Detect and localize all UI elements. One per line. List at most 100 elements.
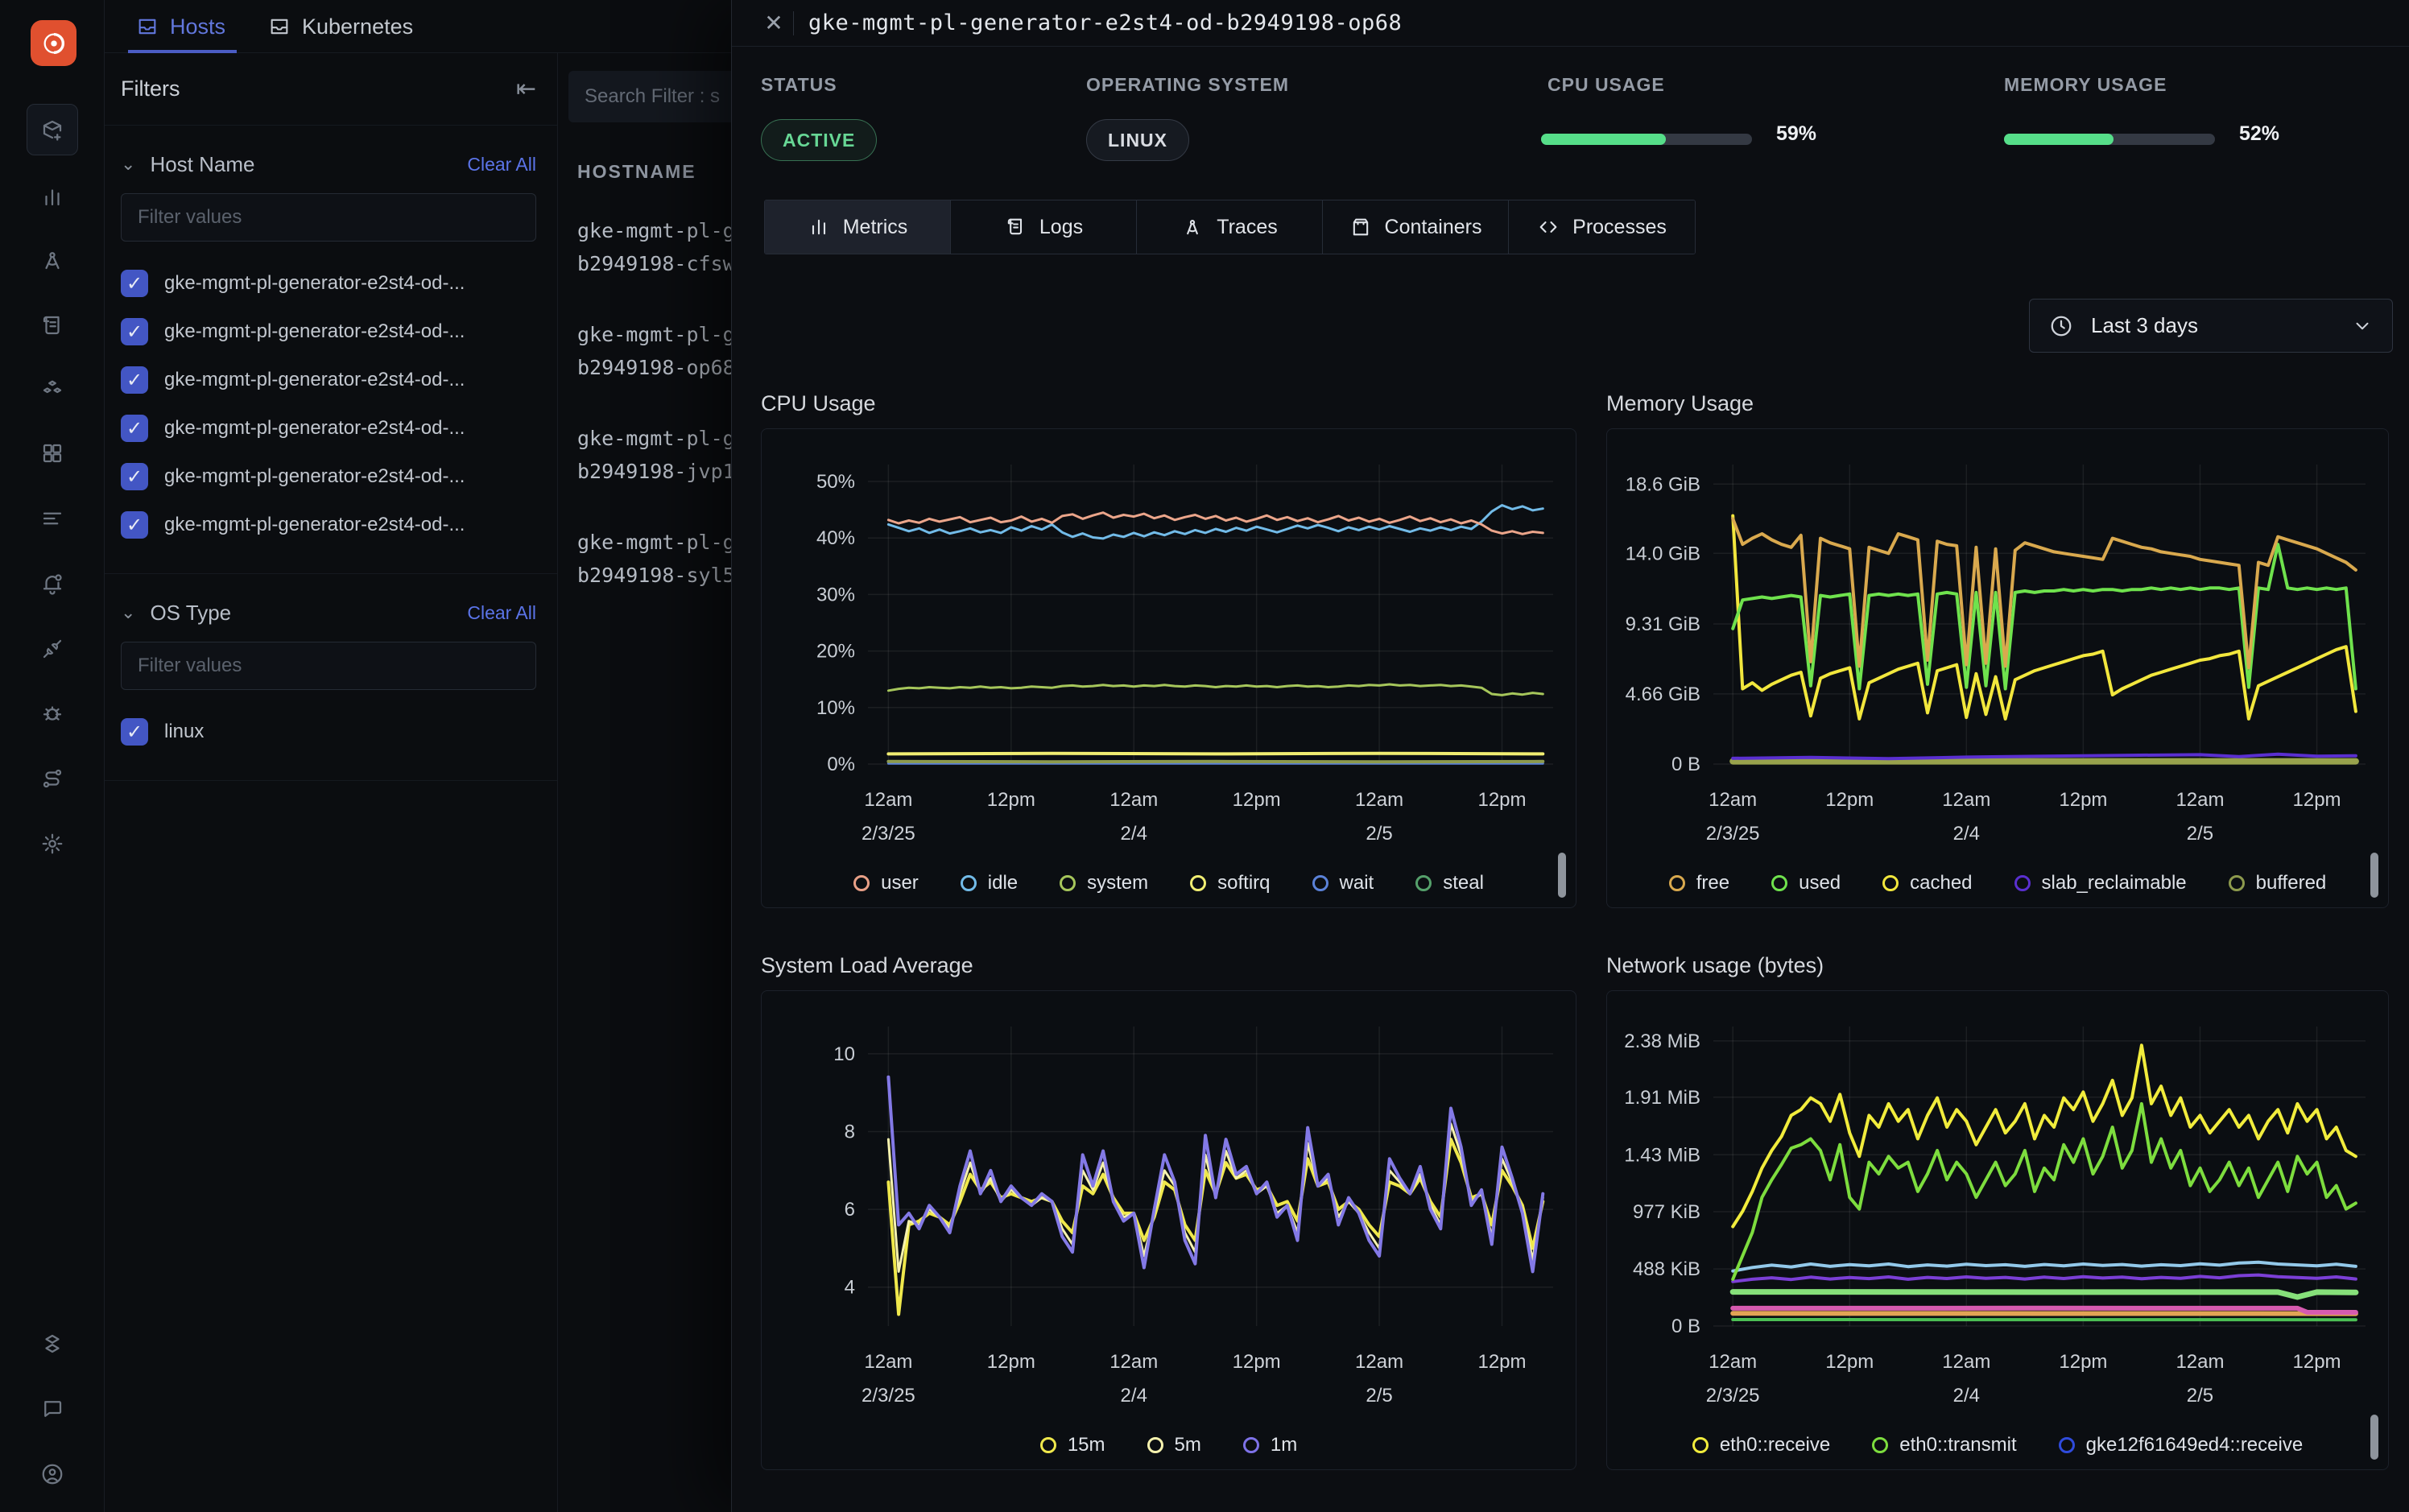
sidebar-item-versions[interactable] xyxy=(31,1322,74,1365)
legend-item-15m[interactable]: 15m xyxy=(1040,1434,1105,1456)
memory-usage-bar xyxy=(2004,134,2215,145)
sidebar-item-exceptions[interactable] xyxy=(31,692,74,735)
legend-item-gke12f61649ed4-receive[interactable]: gke12f61649ed4::receive xyxy=(2059,1434,2304,1456)
sidebar-item-metrics[interactable] xyxy=(31,175,74,218)
filter-option-label: gke-mgmt-pl-generator-e2st4-od-... xyxy=(164,320,465,343)
checkbox-checked[interactable]: ✓ xyxy=(121,366,148,394)
sidebar-item-get-started[interactable] xyxy=(27,104,78,155)
chart-plot: 4681012am2/3/2512pm12am2/412pm12am2/512p… xyxy=(762,991,1577,1471)
checkbox-checked[interactable]: ✓ xyxy=(121,511,148,539)
sidebar-item-dashboards[interactable] xyxy=(31,432,74,475)
legend-label: used xyxy=(1799,872,1841,894)
svg-text:12am: 12am xyxy=(1942,789,1990,811)
legend-item-slab-reclaimable[interactable]: slab_reclaimable xyxy=(2014,872,2187,894)
close-icon[interactable]: ✕ xyxy=(759,10,788,36)
sidebar-item-feedback[interactable] xyxy=(31,1387,74,1431)
legend-item-idle[interactable]: idle xyxy=(961,872,1018,894)
legend-scrollbar[interactable] xyxy=(2370,853,2378,898)
sidebar-item-services[interactable] xyxy=(31,369,74,412)
legend-label: 15m xyxy=(1068,1434,1105,1456)
legend-item-used[interactable]: used xyxy=(1771,872,1841,894)
legend-item-buffered[interactable]: buffered xyxy=(2229,872,2327,894)
svg-text:0%: 0% xyxy=(827,754,855,775)
tab-kubernetes[interactable]: Kubernetes xyxy=(268,0,413,53)
drawer-tab-processes[interactable]: Processes xyxy=(1509,200,1695,254)
chevron-down-icon[interactable]: ⌄ xyxy=(121,602,135,623)
chevron-down-icon[interactable]: ⌄ xyxy=(121,154,135,175)
svg-text:12am: 12am xyxy=(1355,789,1403,811)
layers-icon xyxy=(40,1332,64,1356)
sidebar-item-settings[interactable] xyxy=(31,822,74,865)
chart-legend: free used cached slab_reclaimable buffered xyxy=(1607,872,2388,894)
svg-text:12pm: 12pm xyxy=(2293,789,2341,811)
sidebar-item-service-map[interactable] xyxy=(31,757,74,800)
legend-item-cached[interactable]: cached xyxy=(1882,872,1972,894)
svg-text:977 KiB: 977 KiB xyxy=(1633,1201,1700,1223)
sidebar-item-traces[interactable] xyxy=(31,238,74,282)
legend-item-wait[interactable]: wait xyxy=(1312,872,1374,894)
svg-text:20%: 20% xyxy=(816,641,855,663)
svg-text:2/5: 2/5 xyxy=(1366,823,1392,845)
legend-label: idle xyxy=(988,872,1018,894)
box-icon xyxy=(1349,216,1372,238)
sidebar-item-account[interactable] xyxy=(31,1452,74,1496)
cubes-icon xyxy=(40,378,64,403)
legend-item-eth0-receive[interactable]: eth0::receive xyxy=(1692,1434,1830,1456)
filter-option-label: linux xyxy=(164,721,204,743)
filter-option-label: gke-mgmt-pl-generator-e2st4-od-... xyxy=(164,514,465,536)
drawer-tab-label: Metrics xyxy=(843,216,908,239)
svg-text:2/5: 2/5 xyxy=(1366,1385,1392,1407)
legend-item-5m[interactable]: 5m xyxy=(1147,1434,1201,1456)
legend-ring-icon xyxy=(961,875,977,891)
sidebar-item-alerts[interactable] xyxy=(31,562,74,605)
time-range-select[interactable]: Last 3 days xyxy=(2029,299,2393,353)
app-logo[interactable] xyxy=(31,20,76,66)
drawer-tab-logs[interactable]: Logs xyxy=(951,200,1137,254)
chart-panel: 0 B488 KiB977 KiB1.43 MiB1.91 MiB2.38 Mi… xyxy=(1606,990,2389,1470)
checkbox-checked[interactable]: ✓ xyxy=(121,718,148,746)
svg-text:12pm: 12pm xyxy=(1233,1351,1281,1373)
clear-all-link[interactable]: Clear All xyxy=(467,154,536,176)
filter-section: ⌄Host NameClear All✓gke-mgmt-pl-generato… xyxy=(105,126,557,574)
svg-text:2/4: 2/4 xyxy=(1121,823,1147,845)
svg-text:2/3/25: 2/3/25 xyxy=(862,1385,915,1407)
legend-item-eth0-transmit[interactable]: eth0::transmit xyxy=(1872,1434,2016,1456)
legend-item-softirq[interactable]: softirq xyxy=(1190,872,1270,894)
chart-panel: 4681012am2/3/2512pm12am2/412pm12am2/512p… xyxy=(761,990,1576,1470)
clear-all-link[interactable]: Clear All xyxy=(467,602,536,624)
drawer-tab-containers[interactable]: Containers xyxy=(1323,200,1509,254)
sidebar-item-queues[interactable] xyxy=(31,497,74,540)
legend-item-steal[interactable]: steal xyxy=(1415,872,1484,894)
legend-ring-icon xyxy=(1692,1437,1709,1453)
checkbox-checked[interactable]: ✓ xyxy=(121,415,148,442)
filter-values-input[interactable] xyxy=(121,193,536,242)
checkbox-checked[interactable]: ✓ xyxy=(121,270,148,297)
legend-scrollbar[interactable] xyxy=(2370,1415,2378,1460)
svg-text:2/3/25: 2/3/25 xyxy=(862,823,915,845)
hostname-column-header: HOSTNAME xyxy=(577,161,696,183)
drawer-tab-traces[interactable]: Traces xyxy=(1137,200,1323,254)
drawer-tab-metrics[interactable]: Metrics xyxy=(765,200,951,254)
legend-label: user xyxy=(881,872,919,894)
legend-item-system[interactable]: system xyxy=(1060,872,1148,894)
status-label: STATUS xyxy=(761,74,837,96)
legend-item-1m[interactable]: 1m xyxy=(1243,1434,1297,1456)
chart-panel: 0%10%20%30%40%50%12am2/3/2512pm12am2/412… xyxy=(761,428,1576,908)
svg-text:12am: 12am xyxy=(1109,1351,1158,1373)
sidebar xyxy=(0,0,105,1512)
sidebar-item-integrations[interactable] xyxy=(31,627,74,671)
sidebar-item-logs[interactable] xyxy=(31,304,74,347)
legend-scrollbar[interactable] xyxy=(1558,853,1566,898)
checkbox-checked[interactable]: ✓ xyxy=(121,463,148,490)
tab-hosts[interactable]: Hosts xyxy=(136,0,225,53)
svg-text:6: 6 xyxy=(845,1199,855,1221)
legend-label: 5m xyxy=(1175,1434,1201,1456)
checkbox-checked[interactable]: ✓ xyxy=(121,318,148,345)
svg-text:10%: 10% xyxy=(816,697,855,719)
legend-ring-icon xyxy=(1060,875,1076,891)
legend-item-free[interactable]: free xyxy=(1669,872,1729,894)
svg-text:12am: 12am xyxy=(1109,789,1158,811)
legend-item-user[interactable]: user xyxy=(853,872,919,894)
filter-values-input[interactable] xyxy=(121,642,536,690)
collapse-filters-icon[interactable]: ⇤ xyxy=(516,75,536,103)
